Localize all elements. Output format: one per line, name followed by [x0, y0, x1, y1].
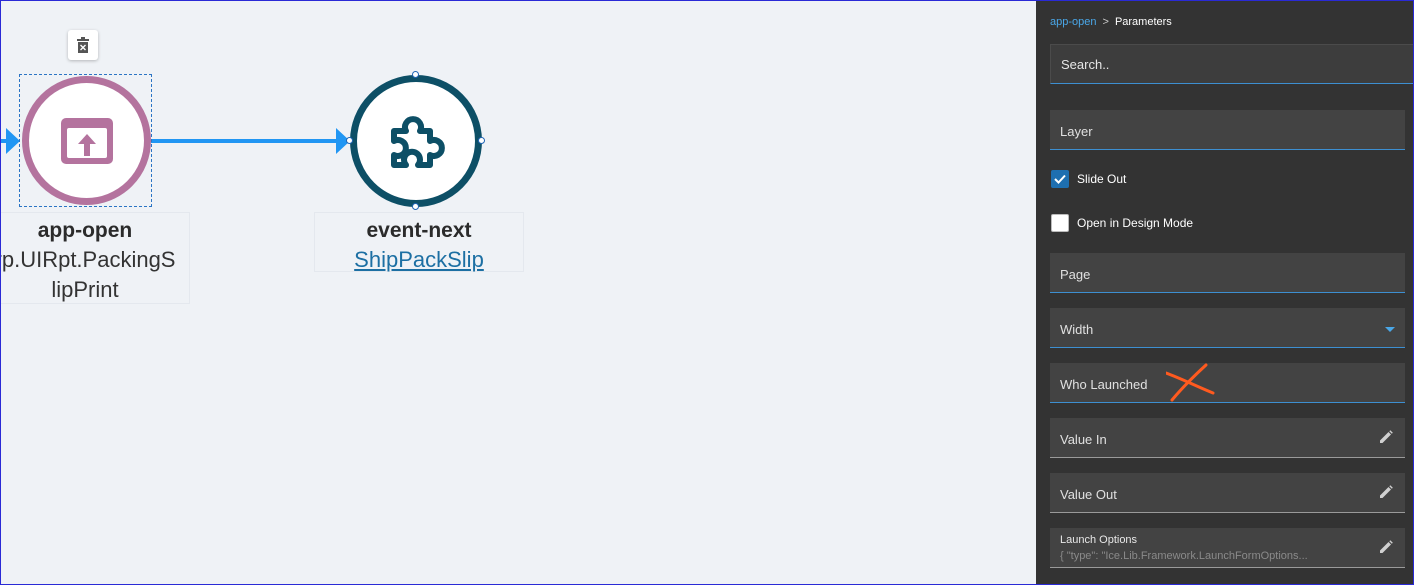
edit-pencil-icon[interactable] — [1379, 430, 1393, 444]
node-handle-bottom[interactable] — [412, 203, 419, 210]
width-select[interactable]: Width — [1050, 308, 1405, 348]
node-title: app-open — [37, 219, 133, 242]
checkmark-icon — [1054, 174, 1066, 184]
node-subtitle: rp.UIRpt.PackingS — [0, 247, 176, 272]
node-subtitle-cont: lipPrint — [51, 277, 119, 302]
value-in-label: Value In — [1060, 432, 1107, 447]
app-open-node-label: app-open rp.UIRpt.PackingS lipPrint — [0, 212, 190, 304]
launch-options-label: Launch Options — [1060, 534, 1138, 546]
who-launched-field[interactable]: Who Launched — [1050, 363, 1405, 403]
edit-pencil-icon[interactable] — [1379, 540, 1393, 554]
value-in-field[interactable]: Value In — [1050, 418, 1405, 458]
app-open-node[interactable] — [22, 76, 151, 205]
delete-node-button[interactable] — [68, 30, 98, 60]
node-title: event-next — [366, 219, 472, 242]
workflow-canvas[interactable]: app-open rp.UIRpt.PackingS lipPrint even… — [0, 0, 1036, 585]
value-out-field[interactable]: Value Out — [1050, 473, 1405, 513]
open-design-mode-checkbox[interactable] — [1051, 214, 1069, 232]
search-input[interactable]: Search.. — [1050, 44, 1414, 84]
trash-icon — [77, 37, 89, 53]
node-handle-left[interactable] — [346, 137, 353, 144]
breadcrumb-current: Parameters — [1114, 16, 1172, 28]
edit-pencil-icon[interactable] — [1379, 485, 1393, 499]
puzzle-piece-icon — [391, 116, 445, 168]
open-design-mode-checkbox-row[interactable]: Open in Design Mode — [1051, 214, 1193, 232]
chevron-down-icon[interactable] — [1385, 327, 1395, 332]
layer-field[interactable]: Layer — [1050, 110, 1405, 150]
node-handle-top[interactable] — [412, 71, 419, 78]
annotation-x-mark — [1166, 363, 1215, 402]
node-link[interactable]: ShipPackSlip — [315, 245, 523, 275]
breadcrumb-link[interactable]: app-open — [1050, 16, 1097, 28]
page-field[interactable]: Page — [1050, 253, 1405, 293]
app-open-icon — [60, 117, 113, 164]
slide-out-checkbox[interactable] — [1051, 170, 1069, 188]
node-handle-right[interactable] — [478, 137, 485, 144]
slide-out-checkbox-row[interactable]: Slide Out — [1051, 170, 1126, 188]
width-select-label: Width — [1060, 322, 1094, 337]
breadcrumb: app-open > Parameters — [1050, 16, 1172, 28]
event-next-node-label: event-next ShipPackSlip — [314, 212, 524, 272]
slide-out-label: Slide Out — [1077, 172, 1127, 186]
open-design-mode-label: Open in Design Mode — [1077, 216, 1194, 230]
event-next-node[interactable] — [350, 75, 482, 207]
value-out-label: Value Out — [1060, 487, 1117, 502]
launch-options-value: { "type": "Ice.Lib.Framework.LaunchFormO… — [1060, 550, 1308, 562]
launch-options-field[interactable]: Launch Options { "type": "Ice.Lib.Framew… — [1050, 528, 1405, 568]
incoming-arrowhead — [6, 128, 20, 154]
breadcrumb-separator: > — [1102, 16, 1109, 28]
parameters-panel: app-open > Parameters Search.. Layer Slide… — [1036, 0, 1414, 585]
